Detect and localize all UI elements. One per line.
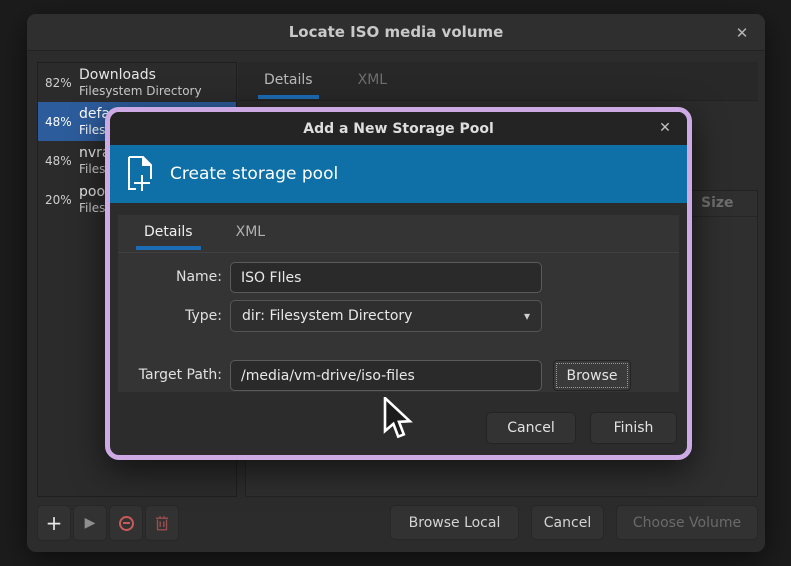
dialog-tab-details[interactable]: Details xyxy=(136,215,201,250)
pool-usage-percent: 48% xyxy=(45,115,79,129)
delete-pool-button[interactable] xyxy=(145,505,179,541)
pool-usage-percent: 20% xyxy=(45,193,79,207)
pool-toolbar: + ▶ xyxy=(37,505,179,541)
stop-circle-icon xyxy=(119,516,134,531)
stop-pool-button[interactable] xyxy=(109,505,143,541)
name-label: Name: xyxy=(124,269,222,285)
pool-detail-tabs: Details XML xyxy=(238,62,758,101)
cancel-label: Cancel xyxy=(544,515,591,531)
plus-icon: + xyxy=(46,513,63,533)
browse-local-label: Browse Local xyxy=(409,515,501,531)
window-close-icon[interactable]: ✕ xyxy=(732,23,752,43)
dialog-cancel-button[interactable]: Cancel xyxy=(486,412,576,444)
type-dropdown-value: dir: Filesystem Directory xyxy=(242,308,412,324)
type-dropdown[interactable]: dir: Filesystem Directory ▾ xyxy=(230,300,542,332)
chevron-down-icon: ▾ xyxy=(524,309,530,323)
trash-icon xyxy=(155,515,169,531)
dialog-tab-xml[interactable]: XML xyxy=(228,215,273,246)
dialog-close-icon[interactable]: ✕ xyxy=(656,119,674,137)
tab-xml[interactable]: XML xyxy=(352,63,393,95)
pool-usage-percent: 48% xyxy=(45,154,79,168)
add-pool-button[interactable]: + xyxy=(37,505,71,541)
browse-label: Browse xyxy=(567,368,618,384)
window-title: Locate ISO media volume xyxy=(289,23,504,41)
browse-local-button[interactable]: Browse Local xyxy=(390,505,519,540)
target-path-label: Target Path: xyxy=(118,367,222,383)
play-icon: ▶ xyxy=(85,515,96,531)
dialog-titlebar[interactable]: Add a New Storage Pool ✕ xyxy=(110,112,687,145)
dialog-cancel-label: Cancel xyxy=(507,420,554,436)
size-column-header[interactable]: Size xyxy=(701,195,734,211)
pool-name: Downloads xyxy=(79,67,202,84)
dialog-form-panel: Details XML Name: Type: dir: Filesystem … xyxy=(118,215,679,392)
start-pool-button[interactable]: ▶ xyxy=(73,505,107,541)
choose-volume-button-disabled: Choose Volume xyxy=(616,505,758,540)
add-storage-pool-dialog: Add a New Storage Pool ✕ Create storage … xyxy=(105,107,692,460)
target-path-field[interactable] xyxy=(230,360,542,391)
name-field[interactable] xyxy=(230,262,542,293)
dialog-finish-label: Finish xyxy=(614,420,654,436)
type-label: Type: xyxy=(124,308,222,324)
new-document-plus-icon xyxy=(126,155,156,193)
dialog-header-banner: Create storage pool xyxy=(110,145,687,203)
choose-volume-label: Choose Volume xyxy=(633,515,741,531)
dialog-title: Add a New Storage Pool xyxy=(303,121,494,137)
dialog-finish-button[interactable]: Finish xyxy=(590,412,677,444)
dialog-header-text: Create storage pool xyxy=(170,164,338,184)
browse-button[interactable]: Browse xyxy=(553,360,631,391)
window-titlebar[interactable]: Locate ISO media volume ✕ xyxy=(27,14,765,51)
pool-type: Filesystem Directory xyxy=(79,84,202,99)
pool-row-downloads[interactable]: 82% Downloads Filesystem Directory xyxy=(38,63,236,102)
pool-usage-percent: 82% xyxy=(45,76,79,90)
dialog-tabs: Details XML xyxy=(118,215,679,253)
tab-details[interactable]: Details xyxy=(258,63,319,99)
cancel-button[interactable]: Cancel xyxy=(531,505,604,540)
